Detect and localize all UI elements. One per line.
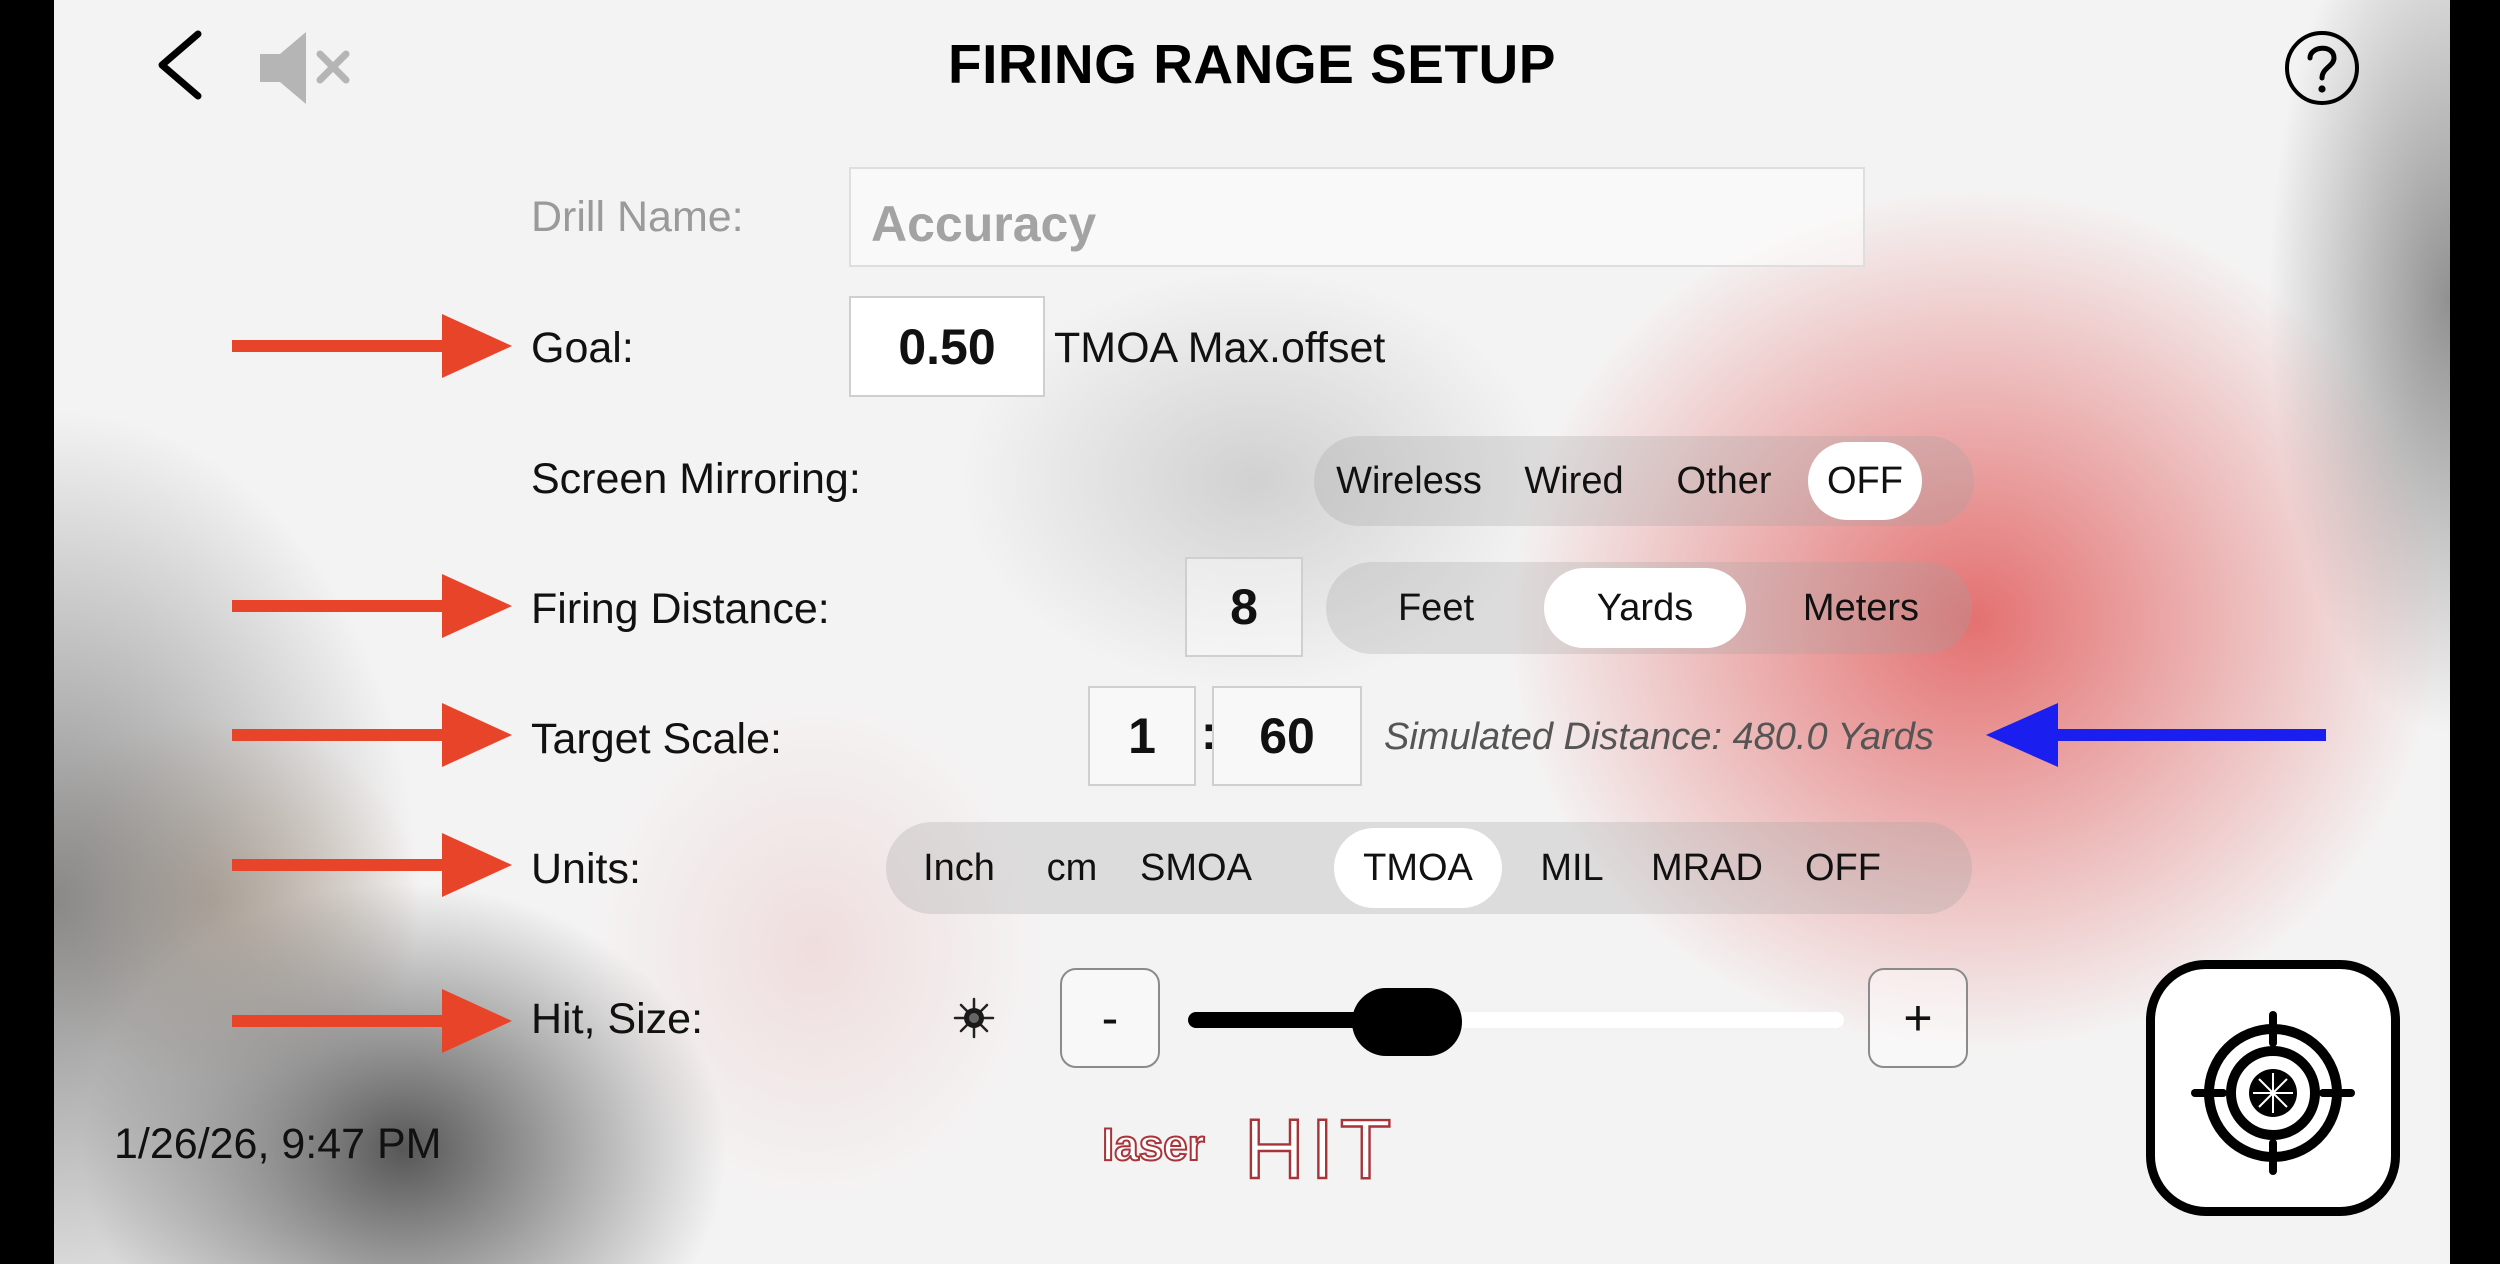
- mirroring-option-off[interactable]: OFF: [1808, 442, 1922, 520]
- red-arrow-firing-distance: [232, 574, 512, 638]
- bullet-hole-icon: [952, 996, 996, 1040]
- firing-distance-input[interactable]: 8: [1185, 557, 1303, 657]
- mirroring-option-other[interactable]: Other: [1664, 436, 1784, 526]
- units-option-tmoa[interactable]: TMOA: [1334, 828, 1502, 908]
- distance-option-yards[interactable]: Yards: [1544, 568, 1746, 648]
- mirroring-option-wired[interactable]: Wired: [1514, 436, 1634, 526]
- firing-distance-label: Firing Distance:: [531, 585, 830, 633]
- mirroring-option-wireless[interactable]: Wireless: [1334, 436, 1484, 526]
- distance-units-segmented-control: Feet Yards Meters: [1326, 562, 1972, 654]
- hit-size-increase-button[interactable]: +: [1868, 968, 1968, 1068]
- svg-text:laser: laser: [1102, 1121, 1205, 1170]
- screen: FIRING RANGE SETUP Drill Name: Accuracy …: [54, 0, 2450, 1264]
- units-option-inch[interactable]: Inch: [906, 822, 1012, 914]
- units-option-smoa[interactable]: SMOA: [1130, 822, 1262, 914]
- units-label: Units:: [531, 845, 641, 893]
- svg-text:HIT: HIT: [1244, 1108, 1397, 1188]
- crosshair-target-icon: [2191, 1011, 2355, 1175]
- hit-size-label: Hit, Size:: [531, 995, 704, 1043]
- red-arrow-units: [232, 833, 512, 897]
- mirroring-label: Screen Mirroring:: [531, 455, 861, 503]
- drill-name-value: Accuracy: [871, 196, 1097, 252]
- goal-suffix: TMOA Max.offset: [1054, 324, 1386, 372]
- hit-size-slider[interactable]: [1188, 988, 1844, 1056]
- red-arrow-hit-size: [232, 989, 512, 1053]
- timestamp: 1/26/26, 9:47 PM: [114, 1120, 442, 1168]
- distance-option-meters[interactable]: Meters: [1776, 562, 1946, 654]
- target-scale-label: Target Scale:: [531, 715, 782, 763]
- goal-input[interactable]: 0.50: [849, 296, 1045, 397]
- goal-label: Goal:: [531, 324, 634, 372]
- mirroring-segmented-control: Wireless Wired Other OFF: [1314, 436, 1974, 526]
- distance-option-feet[interactable]: Feet: [1366, 562, 1506, 654]
- units-option-off[interactable]: OFF: [1798, 822, 1888, 914]
- target-scale-right-input[interactable]: 60: [1212, 686, 1362, 786]
- red-arrow-target-scale: [232, 703, 512, 767]
- drill-name-input[interactable]: Accuracy: [849, 167, 1865, 267]
- slider-thumb[interactable]: [1352, 988, 1462, 1056]
- help-button[interactable]: [2282, 28, 2362, 108]
- laserhit-logo: laser HIT: [1100, 1101, 1480, 1197]
- hit-size-decrease-button[interactable]: -: [1060, 968, 1160, 1068]
- page-title: FIRING RANGE SETUP: [948, 33, 1556, 95]
- red-arrow-goal: [232, 314, 512, 378]
- target-scale-left-input[interactable]: 1: [1088, 686, 1196, 786]
- units-option-mil[interactable]: MIL: [1526, 822, 1618, 914]
- units-option-mrad[interactable]: MRAD: [1642, 822, 1772, 914]
- units-segmented-control: Inch cm SMOA TMOA MIL MRAD OFF: [886, 822, 1972, 914]
- units-option-cm[interactable]: cm: [1032, 822, 1112, 914]
- start-target-button[interactable]: [2146, 960, 2400, 1216]
- blue-arrow-simulated-distance: [1986, 703, 2326, 767]
- simulated-distance-text: Simulated Distance: 480.0 Yards: [1384, 716, 1934, 758]
- question-circle-icon: [2285, 31, 2359, 105]
- drill-name-label: Drill Name:: [531, 193, 744, 241]
